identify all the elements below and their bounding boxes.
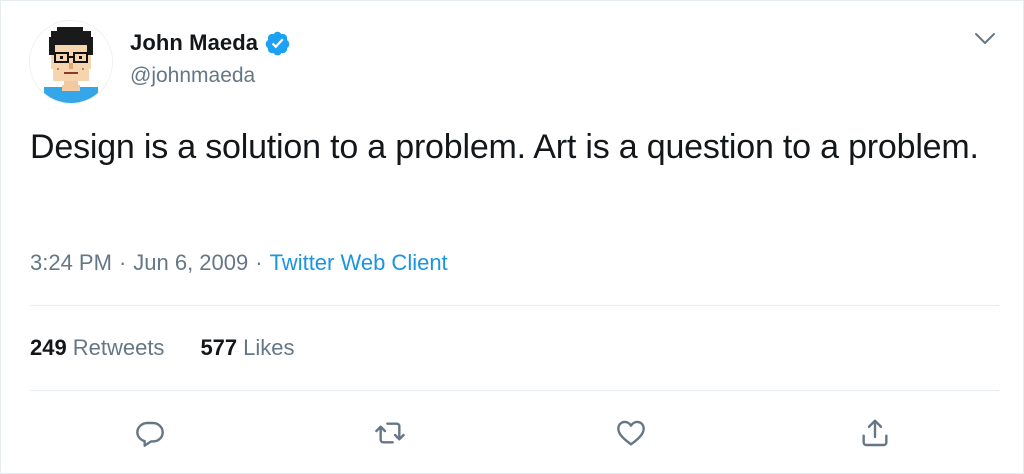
author-block[interactable]: John Maeda @johnmaeda [130,29,291,88]
retweets-label: Retweets [72,335,165,360]
divider [30,390,999,391]
chevron-down-icon [975,33,995,44]
tweet-time[interactable]: 3:24 PM [30,250,112,275]
author-handle[interactable]: @johnmaeda [130,64,291,88]
meta-separator: · [118,250,127,275]
tweet-stats: 249 Retweets 577 Likes [30,335,295,361]
likes-stat[interactable]: 577 Likes [200,335,294,361]
tweet-text: Design is a solution to a problem. Art i… [30,128,979,166]
more-options-button[interactable] [970,26,1000,52]
avatar-image [30,21,112,103]
share-icon [862,419,888,447]
like-button[interactable] [613,415,649,451]
retweet-button[interactable] [372,415,408,451]
retweet-icon [375,422,405,444]
author-name[interactable]: John Maeda [130,30,258,56]
reply-icon [136,421,164,447]
tweet-source-link[interactable]: Twitter Web Client [270,250,448,275]
tweet-card: John Maeda @johnmaeda Design is a soluti… [0,0,1024,474]
avatar[interactable] [30,21,112,103]
reply-button[interactable] [132,415,168,451]
tweet-date[interactable]: Jun 6, 2009 [133,250,248,275]
verified-badge-icon [264,30,291,57]
meta-separator: · [255,250,263,275]
share-button[interactable] [857,415,893,451]
author-name-row: John Maeda [130,29,291,57]
retweets-count: 249 [30,335,67,360]
divider [30,305,999,306]
tweet-meta: 3:24 PM · Jun 6, 2009 · Twitter Web Client [30,250,448,276]
likes-count: 577 [200,335,238,360]
likes-label: Likes [243,335,295,360]
heart-icon [617,420,645,446]
retweets-stat[interactable]: 249 Retweets [30,335,164,361]
